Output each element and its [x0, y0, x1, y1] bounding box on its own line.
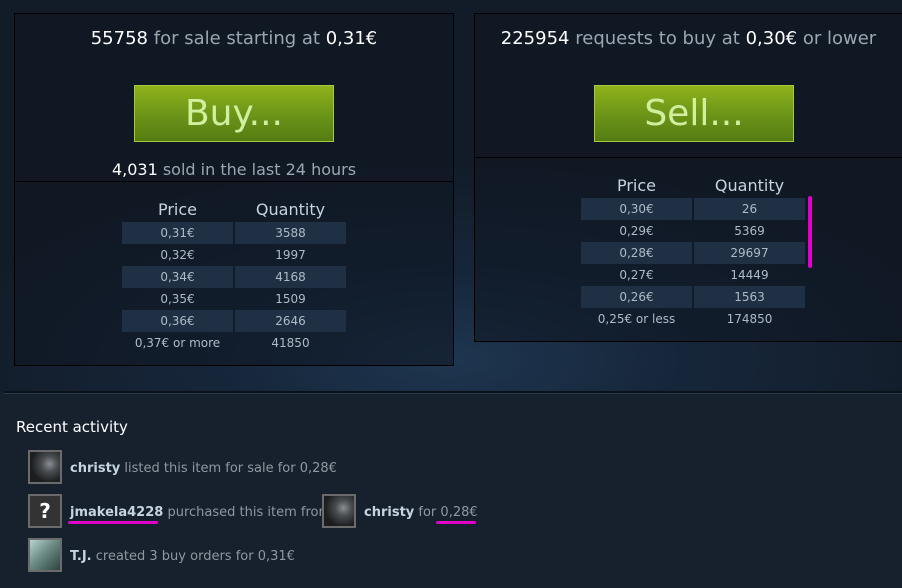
for-sale-price: 0,31€ — [325, 28, 378, 49]
activity-item: christy listed this item for sale for 0,… — [28, 450, 628, 488]
sold-text: sold in the last 24 hours — [162, 160, 357, 179]
activity-item: ? jmakela4228 purchased this item from c… — [28, 494, 728, 532]
table-row: 0,36€ 2646 — [122, 310, 346, 332]
row-quantity: 3588 — [235, 222, 346, 244]
row-price: 0,34€ — [122, 266, 233, 288]
row-quantity: 1509 — [275, 292, 306, 306]
row-quantity: 41850 — [271, 336, 310, 350]
table-row: 0,28€ 29697 — [581, 242, 805, 264]
row-price: 0,27€ — [619, 268, 654, 282]
row-price: 0,25€ or less — [597, 312, 676, 326]
avatar[interactable] — [322, 494, 356, 528]
annotation-underline-price — [436, 521, 476, 524]
activity-item: T.J. created 3 buy orders for 0,31€ — [28, 538, 628, 576]
activity-description: purchased this item from — [167, 505, 332, 520]
buy-requests-panel: 225954 requests to buy at 0,30€ or lower… — [474, 13, 902, 342]
col-header-price: Price — [157, 199, 198, 219]
avatar[interactable] — [28, 450, 62, 484]
row-price: 0,26€ — [581, 286, 692, 308]
activity-seller-link[interactable]: christy — [364, 505, 414, 520]
buy-requests-suffix: or lower — [802, 28, 877, 49]
row-quantity: 1997 — [275, 248, 306, 262]
avatar[interactable]: ? — [28, 494, 62, 528]
table-row: 0,30€ 26 — [581, 198, 805, 220]
row-quantity: 5369 — [734, 224, 765, 238]
table-row: 0,25€ or less 174850 — [581, 308, 805, 330]
row-price: 0,29€ — [619, 224, 654, 238]
col-header-quantity: Quantity — [714, 175, 785, 195]
buy-requests-price: 0,30€ — [745, 28, 798, 49]
row-quantity: 26 — [694, 198, 805, 220]
for-sale-panel: 55758 for sale starting at 0,31€ Buy... … — [14, 13, 454, 366]
panel-divider — [15, 181, 453, 182]
row-quantity: 174850 — [726, 312, 773, 326]
activity-description: created 3 buy orders for 0,31€ — [95, 549, 295, 564]
row-price: 0,36€ — [122, 310, 233, 332]
activity-text: jmakela4228 purchased this item from — [70, 505, 331, 520]
avatar[interactable] — [28, 538, 62, 572]
for-sale-text: for sale starting at — [153, 28, 320, 49]
activity-user-link[interactable]: T.J. — [70, 549, 92, 564]
table-row: 0,29€ 5369 — [581, 220, 805, 242]
annotation-vertical-line — [808, 196, 812, 268]
buy-orders-table: Price Quantity 0,30€ 26 0,29€ 5369 0,28€… — [579, 172, 807, 330]
activity-description: listed this item for sale for 0,28€ — [124, 461, 337, 476]
table-row: 0,27€ 14449 — [581, 264, 805, 286]
panel-divider — [475, 157, 902, 158]
row-price: 0,28€ — [581, 242, 692, 264]
buy-requests-header: 225954 requests to buy at 0,30€ or lower — [475, 28, 902, 49]
row-quantity: 14449 — [730, 268, 769, 282]
activity-separator — [4, 391, 902, 394]
sold-last-24h: 4,031 sold in the last 24 hours — [15, 160, 453, 179]
table-row: 0,35€ 1509 — [122, 288, 346, 310]
row-price: 0,37€ or more — [134, 336, 221, 350]
row-quantity: 29697 — [694, 242, 805, 264]
row-price: 0,32€ — [160, 248, 195, 262]
row-quantity: 2646 — [235, 310, 346, 332]
buy-requests-count: 225954 — [500, 28, 570, 49]
row-price: 0,31€ — [122, 222, 233, 244]
buy-button[interactable]: Buy... — [134, 85, 334, 142]
activity-for-text: for — [418, 505, 437, 520]
activity-text: christy for 0,28€ — [364, 505, 478, 520]
table-row: 0,26€ 1563 — [581, 286, 805, 308]
row-quantity: 1563 — [694, 286, 805, 308]
activity-text: christy listed this item for sale for 0,… — [70, 461, 337, 476]
sold-count: 4,031 — [111, 160, 158, 179]
activity-buyer-link[interactable]: jmakela4228 — [70, 505, 163, 520]
table-row: 0,31€ 3588 — [122, 222, 346, 244]
buy-requests-text: requests to buy at — [575, 28, 740, 49]
table-row: 0,37€ or more 41850 — [122, 332, 346, 354]
table-row: 0,32€ 1997 — [122, 244, 346, 266]
row-quantity: 4168 — [235, 266, 346, 288]
activity-user-link[interactable]: christy — [70, 461, 120, 476]
sell-button[interactable]: Sell... — [594, 85, 794, 142]
annotation-underline-buyer — [68, 521, 158, 524]
for-sale-header: 55758 for sale starting at 0,31€ — [15, 28, 453, 49]
col-header-price: Price — [616, 175, 657, 195]
sell-orders-table: Price Quantity 0,31€ 3588 0,32€ 1997 0,3… — [120, 196, 348, 354]
activity-price: 0,28€ — [440, 505, 478, 520]
row-price: 0,35€ — [160, 292, 195, 306]
row-price: 0,30€ — [581, 198, 692, 220]
recent-activity-title: Recent activity — [16, 418, 128, 436]
activity-text: T.J. created 3 buy orders for 0,31€ — [70, 549, 295, 564]
for-sale-count: 55758 — [90, 28, 148, 49]
table-row: 0,34€ 4168 — [122, 266, 346, 288]
col-header-quantity: Quantity — [255, 199, 326, 219]
